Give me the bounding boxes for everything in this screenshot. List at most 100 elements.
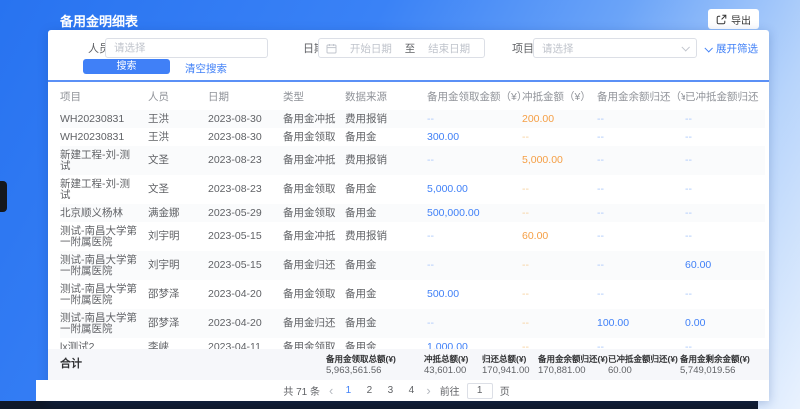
table-cell: -- (685, 110, 765, 128)
summary-cell-label: 备用金余额归还(¥) (538, 353, 608, 365)
table-cell: 满金娜 (148, 204, 208, 222)
project-select-placeholder: 请选择 (542, 41, 574, 56)
goto-suffix-label: 页 (500, 383, 510, 398)
table-cell: 新建工程-刘-测试 (60, 175, 148, 204)
expand-filter-link[interactable]: 展开筛选 (705, 41, 758, 56)
table-cell: 备用金冲抵 (283, 110, 345, 128)
table-cell: 2023-08-23 (208, 146, 283, 175)
table-cell: -- (597, 146, 685, 175)
page-number[interactable]: 2 (363, 385, 375, 396)
clear-search-link[interactable]: 清空搜索 (185, 61, 227, 76)
table-cell: -- (597, 175, 685, 204)
table-row: 北京顺义杨林满金娜2023-05-29备用金领取备用金500,000.00---… (60, 204, 765, 222)
table-header-row: 项目人员日期类型数据来源备用金领取金额（¥）冲抵金额（¥）备用金余额归还（¥）已… (60, 82, 765, 110)
table-cell: -- (522, 251, 597, 280)
table-cell: 王洪 (148, 110, 208, 128)
table-cell: 备用金归还 (283, 309, 345, 338)
bottom-bar (0, 401, 758, 409)
table-cell: 备用金 (345, 338, 427, 349)
date-end-placeholder[interactable]: 结束日期 (421, 41, 477, 56)
table-cell: 北京顺义杨林 (60, 204, 148, 222)
pagination: 共 71 条 ‹ 1234 › 前往 页 (36, 380, 757, 401)
summary-cell-value: 5,963,561.56 (326, 365, 424, 377)
export-label: 导出 (731, 12, 751, 27)
chevron-down-icon (704, 44, 712, 52)
table-cell: 2023-05-15 (208, 251, 283, 280)
table-cell: -- (685, 338, 765, 349)
table-cell: 0.00 (685, 309, 765, 338)
page-number[interactable]: 4 (405, 385, 417, 396)
column-header: 数据来源 (345, 82, 427, 110)
table-cell: -- (597, 110, 685, 128)
table-cell: 60.00 (685, 251, 765, 280)
summary-cell: 备用金领取总额(¥)5,963,561.56 (326, 353, 424, 377)
summary-cell: 备用金剩余金额(¥)5,749,019.56 (680, 353, 760, 377)
summary-cells: 备用金领取总额(¥)5,963,561.56冲抵总额(¥)43,601.00归还… (326, 353, 760, 377)
table-cell: 2023-04-20 (208, 309, 283, 338)
table-cell: 500,000.00 (427, 204, 522, 222)
summary-cell-value: 5,749,019.56 (680, 365, 760, 377)
table-cell: 刘宇明 (148, 251, 208, 280)
search-button[interactable]: 搜索 (83, 59, 170, 74)
date-range-picker[interactable]: 开始日期 至 结束日期 (318, 38, 485, 58)
table-cell: 2023-05-15 (208, 222, 283, 251)
table-cell: -- (522, 175, 597, 204)
table-cell: 备用金领取 (283, 280, 345, 309)
table-cell: 备用金冲抵 (283, 222, 345, 251)
table-cell: WH20230831 (60, 110, 148, 128)
table-cell: -- (427, 222, 522, 251)
page-number[interactable]: 1 (342, 385, 354, 396)
table-cell: 备用金 (345, 128, 427, 146)
summary-cell: 冲抵总额(¥)43,601.00 (424, 353, 482, 377)
table-cell: 测试-南昌大学第一附属医院 (60, 309, 148, 338)
summary-cell: 备用金余额归还(¥)170,881.00 (538, 353, 608, 377)
goto-page-input[interactable] (467, 383, 493, 399)
table-cell: 备用金领取 (283, 338, 345, 349)
summary-total-label: 合计 (60, 349, 82, 380)
table-cell: 备用金 (345, 175, 427, 204)
project-select[interactable]: 请选择 (533, 38, 697, 58)
content-card: 人员 日期 开始日期 至 结束日期 项目 请选择 展开筛选 搜索 清空搜索 (48, 30, 769, 401)
export-button[interactable]: 导出 (708, 9, 759, 29)
table-cell: 备用金 (345, 251, 427, 280)
column-header: 类型 (283, 82, 345, 110)
table-cell: WH20230831 (60, 128, 148, 146)
next-page-button[interactable]: › (424, 384, 432, 397)
table-body: WH20230831王洪2023-08-30备用金冲抵费用报销--200.00-… (60, 110, 765, 349)
table-cell: 5,000.00 (522, 146, 597, 175)
column-header: 冲抵金额（¥） (522, 82, 597, 110)
summary-cell-value: 170,881.00 (538, 365, 608, 377)
prev-page-button[interactable]: ‹ (327, 384, 335, 397)
page-title: 备用金明细表 (60, 11, 138, 30)
column-header: 项目 (60, 82, 148, 110)
table-cell: -- (427, 110, 522, 128)
sidebar-handle[interactable] (0, 181, 7, 212)
date-start-placeholder[interactable]: 开始日期 (343, 41, 399, 56)
table-cell: 备用金领取 (283, 175, 345, 204)
table-cell: 2023-08-30 (208, 110, 283, 128)
table-cell: -- (597, 222, 685, 251)
table-cell: -- (522, 280, 597, 309)
table-row: 测试-南昌大学第一附属医院邵梦泽2023-04-20备用金归还备用金----10… (60, 309, 765, 338)
summary-bar: 合计 备用金领取总额(¥)5,963,561.56冲抵总额(¥)43,601.0… (48, 349, 769, 380)
table-cell: 2023-08-30 (208, 128, 283, 146)
table-cell: 测试-南昌大学第一附属医院 (60, 280, 148, 309)
table-cell: 费用报销 (345, 146, 427, 175)
table-cell: 新建工程-刘-测试 (60, 146, 148, 175)
table-row: lx测试2李峡2023-04-11备用金领取备用金1,000.00------ (60, 338, 765, 349)
person-select-input[interactable] (105, 38, 268, 58)
table-row: WH20230831王洪2023-08-30备用金领取备用金300.00----… (60, 128, 765, 146)
summary-cell-value: 43,601.00 (424, 365, 482, 377)
table-cell: -- (685, 204, 765, 222)
table-cell: -- (522, 338, 597, 349)
expand-filter-label: 展开筛选 (716, 41, 758, 56)
table-cell: 费用报销 (345, 222, 427, 251)
chevron-down-icon (681, 43, 689, 51)
page-number[interactable]: 3 (384, 385, 396, 396)
total-count: 共 71 条 (283, 383, 320, 398)
table-cell: 2023-04-20 (208, 280, 283, 309)
table-cell: 测试-南昌大学第一附属医院 (60, 222, 148, 251)
column-header: 备用金领取金额（¥） (427, 82, 522, 110)
table-cell: -- (685, 175, 765, 204)
table-row: 测试-南昌大学第一附属医院邵梦泽2023-04-20备用金领取备用金500.00… (60, 280, 765, 309)
